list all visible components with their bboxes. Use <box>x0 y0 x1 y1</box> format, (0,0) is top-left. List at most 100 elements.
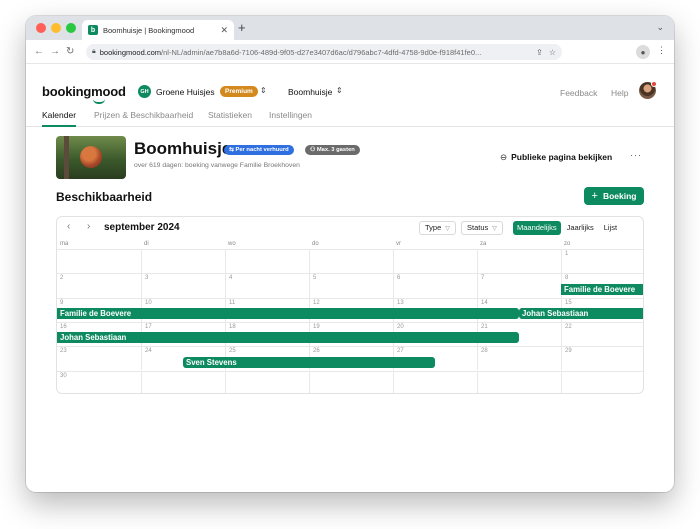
notification-dot <box>651 81 657 87</box>
day-number: 29 <box>565 348 572 355</box>
day-number: 11 <box>229 299 236 306</box>
calendar-day-cell[interactable]: 3 <box>141 273 225 298</box>
new-tab-icon[interactable]: + <box>238 20 246 36</box>
calendar-day-cell[interactable]: 23 <box>57 346 141 370</box>
per-night-badge: ⇆ Per nacht verhuurd <box>224 145 294 155</box>
calendar-day-cell[interactable]: 6 <box>393 273 477 298</box>
calendar-day-cell[interactable] <box>141 370 225 393</box>
add-booking-button[interactable]: + Boeking <box>584 187 644 205</box>
calendar-day-cell[interactable]: 30 <box>57 370 141 394</box>
calendar-day-cell[interactable]: 28 <box>477 346 561 371</box>
back-icon[interactable]: ← <box>34 44 44 60</box>
calendar-day-cell[interactable]: 4 <box>225 273 309 298</box>
calendar-day-cell[interactable] <box>225 249 309 274</box>
calendar-day-cell[interactable] <box>309 370 393 393</box>
property-selector-chevron-icon[interactable]: ⇕ <box>336 86 343 95</box>
status-filter[interactable]: Status ▽ <box>461 221 503 235</box>
next-month-icon[interactable]: › <box>87 221 90 232</box>
type-filter[interactable]: Type ▽ <box>419 221 456 235</box>
day-number: 10 <box>145 299 152 306</box>
booking-event[interactable]: Sven Stevens <box>183 356 435 368</box>
calendar-grid: ma di wo do vr za zo 1 2 3 4 5 6 7 8 9 10 11 12 13 14 15 16 17 1… <box>57 239 643 394</box>
tab-search-icon[interactable]: ⌄ <box>656 22 664 33</box>
calendar-day-cell[interactable]: 22 <box>561 321 643 347</box>
day-number: 24 <box>145 348 152 355</box>
view-monthly-button[interactable]: Maandelijks <box>513 221 561 235</box>
day-number: 8 <box>565 275 569 282</box>
calendar-day-cell[interactable]: 1 <box>561 249 643 274</box>
view-list-button[interactable]: Lijst <box>600 221 621 235</box>
day-number: 4 <box>229 275 233 282</box>
calendar-day-cell[interactable] <box>57 249 141 273</box>
tab-kalender[interactable]: Kalender <box>42 110 77 127</box>
calendar-day-cell[interactable] <box>561 370 643 393</box>
help-link[interactable]: Help <box>611 88 628 98</box>
weekday-header: wo <box>228 241 236 247</box>
org-selector-chevron-icon[interactable]: ⇕ <box>260 86 267 95</box>
calendar-day-cell[interactable] <box>477 370 561 393</box>
calendar-day-cell[interactable]: 2 <box>57 273 141 297</box>
booking-event[interactable]: Familie de Boevere <box>57 308 519 320</box>
minimize-window-button[interactable] <box>51 23 61 33</box>
prev-month-icon[interactable]: ‹ <box>67 221 70 232</box>
org-avatar[interactable]: GH <box>138 85 151 98</box>
maximize-window-button[interactable] <box>66 23 76 33</box>
tab-prijzen[interactable]: Prijzen & Beschikbaarheid <box>94 110 193 127</box>
day-number: 15 <box>565 299 572 306</box>
tab-instellingen[interactable]: Instellingen <box>269 110 312 127</box>
browser-profile-icon[interactable]: ● <box>636 45 650 59</box>
more-options-icon[interactable]: ··· <box>630 150 642 160</box>
public-page-label: Publieke pagina bekijken <box>511 152 613 162</box>
calendar-day-cell[interactable] <box>225 370 309 393</box>
day-number: 23 <box>60 348 67 355</box>
org-name[interactable]: Groene Huisjes <box>156 87 215 97</box>
calendar-day-cell[interactable]: 5 <box>309 273 393 298</box>
calendar-day-cell[interactable] <box>141 249 225 274</box>
property-selector[interactable]: Boomhuisje <box>288 87 332 97</box>
calendar-day-cell[interactable] <box>477 249 561 274</box>
browser-window: b Boomhuisje | Bookingmood ✕ + ⌄ ← → ↻ 🔒… <box>26 16 674 492</box>
reload-icon[interactable]: ↻ <box>66 44 74 60</box>
weekday-header: zo <box>564 241 571 247</box>
calendar: ‹ › september 2024 Type ▽ Status ▽ Maandel… <box>56 216 644 394</box>
feedback-link[interactable]: Feedback <box>560 88 597 98</box>
close-window-button[interactable] <box>36 23 46 33</box>
public-page-link[interactable]: ⊖ Publieke pagina bekijken <box>500 152 612 163</box>
booking-event[interactable]: Familie de Boevere <box>561 283 643 295</box>
tab-strip: b Boomhuisje | Bookingmood ✕ + ⌄ <box>26 16 674 40</box>
calendar-month: september 2024 <box>104 222 180 233</box>
browser-menu-icon[interactable]: ⋮ <box>657 45 666 56</box>
address-bar[interactable]: 🔒︎ bookingmood.com /nl-NL/admin/ae7b8a6d… <box>86 44 562 60</box>
calendar-day-cell[interactable] <box>393 249 477 274</box>
tab-statistieken[interactable]: Statistieken <box>208 110 252 127</box>
day-number: 27 <box>397 348 404 355</box>
property-subtitle: over 619 dagen: boeking vanwege Familie … <box>134 162 300 169</box>
calendar-day-cell[interactable]: 29 <box>561 346 643 371</box>
calendar-day-cell[interactable] <box>393 370 477 393</box>
day-number: 16 <box>60 323 67 330</box>
property-title: Boomhuisje <box>134 139 232 158</box>
favicon-icon: b <box>88 25 98 35</box>
bookmark-star-icon[interactable]: ☆ <box>549 48 556 57</box>
app-content: bookingmood GH Groene Huisjes Premium ⇕ … <box>26 64 674 492</box>
booking-event[interactable]: Johan Sebastiaan <box>519 308 643 320</box>
booking-event[interactable]: Johan Sebastiaan <box>57 332 519 344</box>
nav-tabs: Kalender Prijzen & Beschikbaarheid Stati… <box>26 106 674 127</box>
chevron-down-icon: ▽ <box>445 226 450 232</box>
logo-smile-icon <box>93 99 105 104</box>
share-icon[interactable]: ⇪ <box>536 48 543 57</box>
day-number: 14 <box>481 299 488 306</box>
calendar-day-cell[interactable]: 7 <box>477 273 561 298</box>
bookingmood-logo[interactable]: bookingmood <box>42 84 126 99</box>
day-number: 25 <box>229 348 236 355</box>
view-yearly-button[interactable]: Jaarlijks <box>563 221 598 235</box>
forward-icon[interactable]: → <box>50 44 60 60</box>
weekday-header: do <box>312 241 319 247</box>
day-number: 1 <box>565 251 569 257</box>
calendar-day-cell[interactable] <box>309 249 393 274</box>
chevron-down-icon: ▽ <box>492 226 497 232</box>
browser-tab[interactable]: b Boomhuisje | Bookingmood ✕ <box>82 20 234 40</box>
close-tab-icon[interactable]: ✕ <box>220 25 228 36</box>
day-number: 18 <box>229 323 236 330</box>
type-filter-label: Type <box>425 223 442 232</box>
